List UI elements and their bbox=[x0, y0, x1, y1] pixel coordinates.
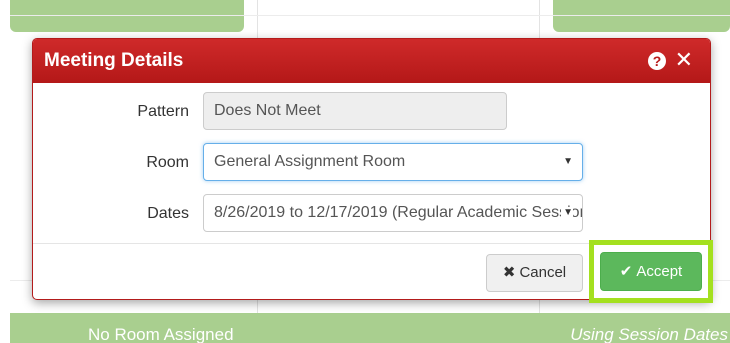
cancel-label: Cancel bbox=[519, 264, 567, 281]
pattern-value: Does Not Meet bbox=[214, 102, 321, 119]
background-tab-left bbox=[10, 0, 244, 32]
accept-label: Accept bbox=[636, 263, 683, 280]
help-icon[interactable]: ? bbox=[648, 52, 666, 70]
background-footer-row: No Room Assigned Using Session Dates bbox=[10, 313, 730, 343]
background-row-line bbox=[10, 15, 730, 16]
room-label: Room bbox=[146, 154, 189, 171]
dates-selected-value: 8/26/2019 to 12/17/2019 (Regular Academi… bbox=[214, 204, 583, 221]
footer-room-status: No Room Assigned bbox=[88, 325, 234, 343]
dialog-titlebar: Meeting Details ? ✕ bbox=[33, 39, 710, 83]
pattern-label: Pattern bbox=[137, 103, 189, 120]
room-selected-value: General Assignment Room bbox=[214, 153, 406, 170]
dates-label: Dates bbox=[147, 205, 189, 222]
cancel-button[interactable]: ✖ Cancel bbox=[486, 254, 583, 292]
room-select[interactable]: General Assignment Room ▼ bbox=[203, 143, 583, 181]
accept-button[interactable]: ✔ Accept bbox=[600, 252, 702, 291]
footer-session-dates: Using Session Dates bbox=[570, 325, 728, 343]
dates-select[interactable]: 8/26/2019 to 12/17/2019 (Regular Academi… bbox=[203, 194, 583, 232]
dialog-title: Meeting Details bbox=[44, 50, 184, 71]
chevron-down-icon: ▼ bbox=[563, 156, 573, 167]
checkmark-icon: ✔ bbox=[619, 263, 633, 280]
background-tab-right bbox=[553, 0, 730, 32]
pattern-field: Does Not Meet bbox=[203, 92, 507, 130]
chevron-down-icon: ▼ bbox=[561, 207, 573, 218]
close-icon[interactable]: ✕ bbox=[675, 49, 693, 71]
cancel-icon: ✖ bbox=[502, 264, 516, 281]
